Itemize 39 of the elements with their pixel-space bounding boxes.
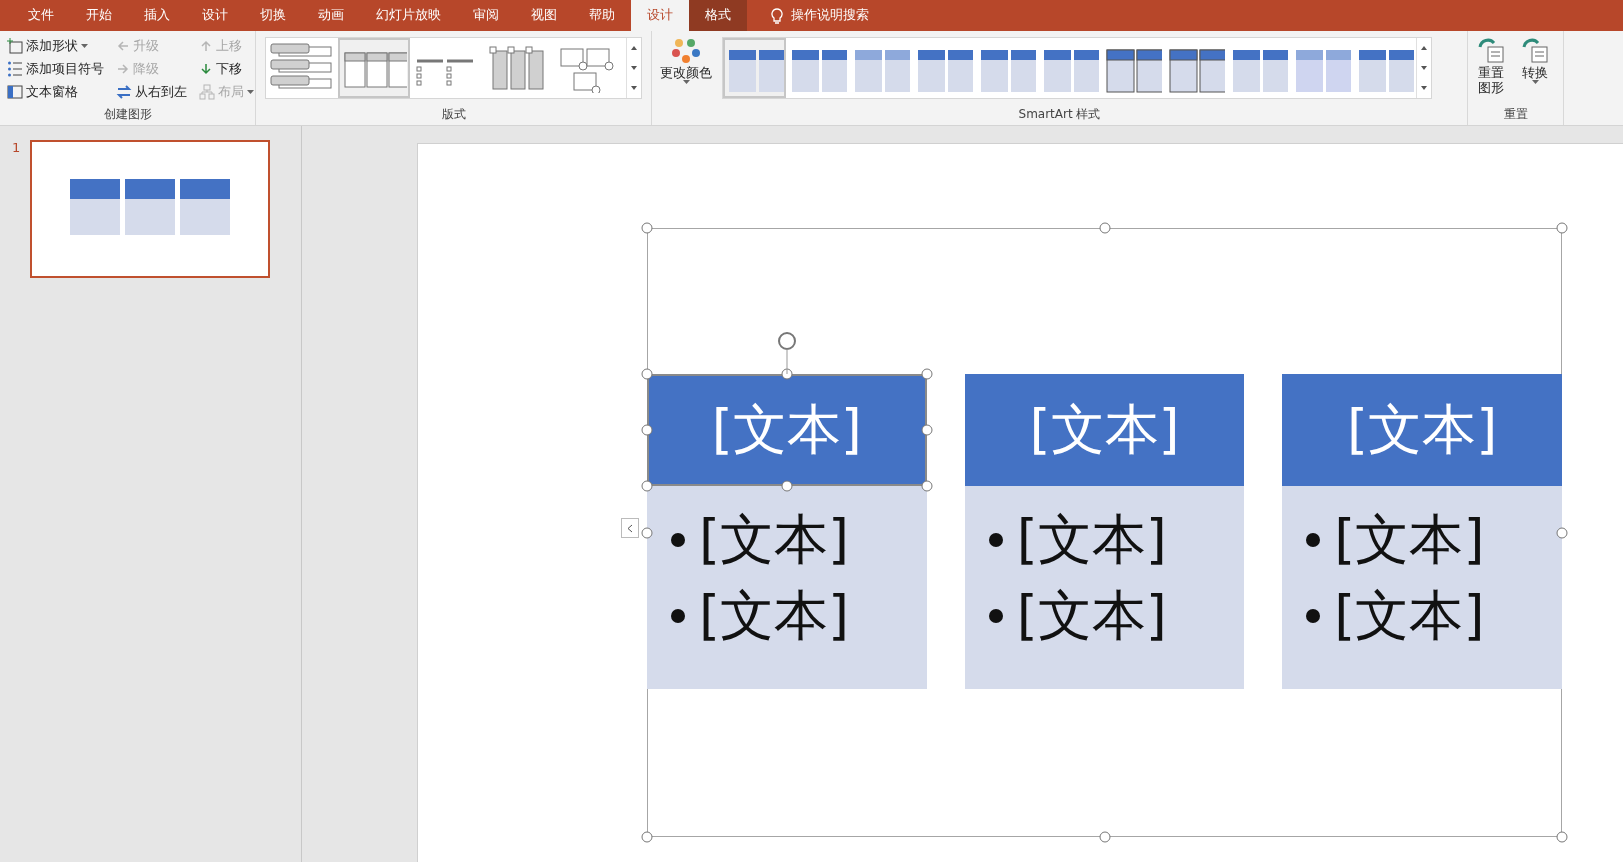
- group-label: 版式: [440, 106, 467, 123]
- slide-number: 1: [12, 140, 21, 155]
- ribbon-button[interactable]: 添加形状: [4, 35, 107, 57]
- ribbon-tab[interactable]: 视图: [515, 0, 573, 31]
- header-shape[interactable]: [文本]: [1282, 374, 1562, 486]
- ribbon-tab[interactable]: 审阅: [457, 0, 515, 31]
- ribbon-button[interactable]: 添加项目符号: [4, 58, 107, 80]
- tell-me-search[interactable]: 操作说明搜索: [763, 0, 877, 31]
- bullet-text: [文本]: [1016, 508, 1167, 572]
- ribbon-button[interactable]: 转换: [1516, 35, 1554, 105]
- header-shape[interactable]: [文本]: [647, 374, 927, 486]
- header-shape[interactable]: [文本]: [964, 374, 1245, 486]
- bullet-text: [文本]: [1016, 584, 1167, 648]
- ribbon-tab[interactable]: 设计: [186, 0, 244, 31]
- ribbon-tab[interactable]: 切换: [244, 0, 302, 31]
- group-label: SmartArt 样式: [1017, 106, 1102, 123]
- ribbon-tab[interactable]: 开始: [70, 0, 128, 31]
- ribbon-tab[interactable]: 插入: [128, 0, 186, 31]
- header-text: [文本]: [1347, 396, 1498, 463]
- ribbon-tab[interactable]: 动画: [302, 0, 360, 31]
- bullet-text: [文本]: [699, 508, 850, 572]
- change-colors-button[interactable]: 更改颜色: [656, 35, 716, 105]
- ribbon-button[interactable]: 从右到左: [113, 81, 190, 103]
- ribbon-button[interactable]: 重置图形: [1472, 35, 1510, 105]
- header-text: [文本]: [711, 396, 862, 463]
- ribbon-tab[interactable]: 设计: [631, 0, 689, 31]
- ribbon-button[interactable]: 文本窗格: [4, 81, 107, 103]
- bullet-text: [文本]: [1334, 584, 1485, 648]
- ribbon-tab[interactable]: 帮助: [573, 0, 631, 31]
- header-text: [文本]: [1029, 396, 1180, 463]
- bullet-text: [文本]: [699, 584, 850, 648]
- group-label: 创建图形: [102, 106, 153, 123]
- ribbon-tab[interactable]: 格式: [689, 0, 747, 31]
- ribbon-tab[interactable]: 幻灯片放映: [360, 0, 457, 31]
- group-label: 重置: [1502, 106, 1529, 123]
- ribbon-button[interactable]: 下移: [196, 58, 257, 80]
- bullet-text: [文本]: [1334, 508, 1485, 572]
- search-label: 操作说明搜索: [791, 7, 869, 24]
- ribbon-tab[interactable]: 文件: [12, 0, 70, 31]
